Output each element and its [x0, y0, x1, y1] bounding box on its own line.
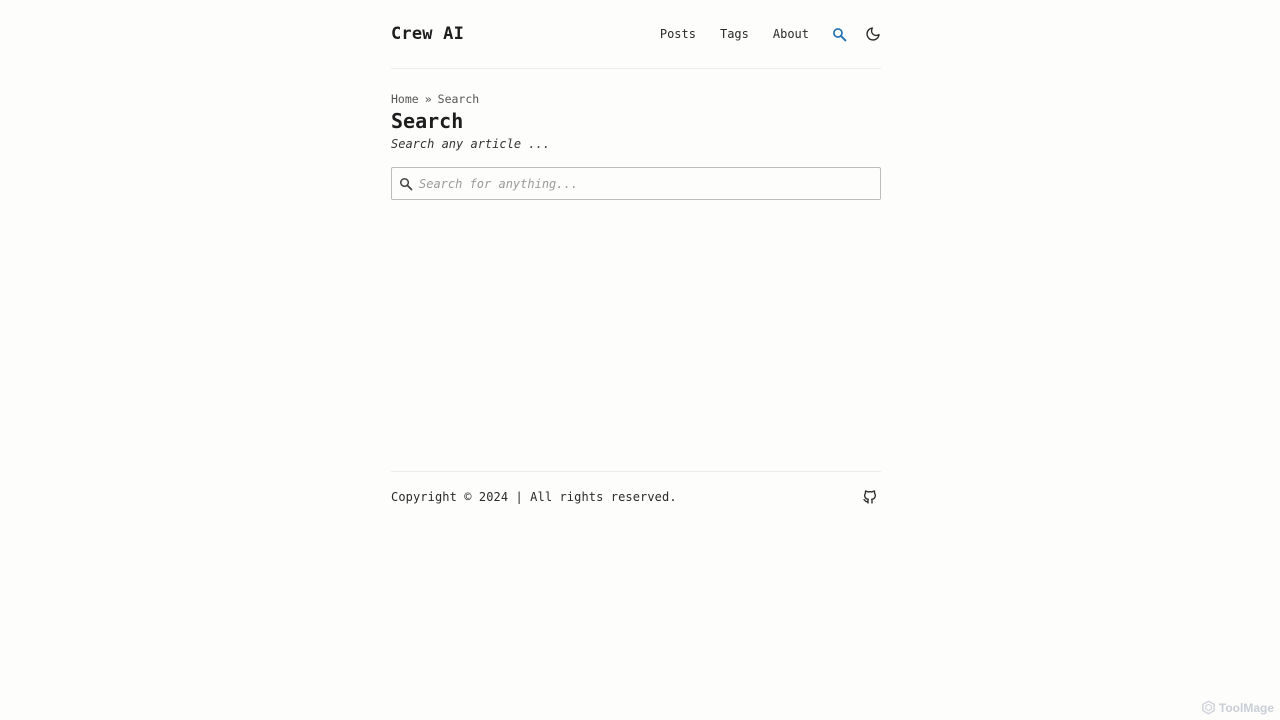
breadcrumb-home[interactable]: Home — [391, 92, 419, 106]
copyright-text: Copyright © 2024 | All rights reserved. — [391, 489, 677, 504]
github-link[interactable] — [861, 488, 879, 506]
github-icon — [863, 489, 876, 504]
watermark: ToolMage — [1201, 700, 1274, 715]
search-field-icon-wrap — [392, 177, 419, 191]
nav-posts[interactable]: Posts — [660, 27, 696, 41]
breadcrumb: Home » Search — [391, 92, 881, 106]
site-logo[interactable]: Crew AI — [391, 24, 464, 44]
breadcrumb-separator: » — [424, 92, 432, 106]
page-description: Search any article ... — [391, 137, 550, 151]
page-title: Search — [391, 109, 464, 133]
main-content: Home » Search Search Search any article ..… — [391, 92, 881, 200]
watermark-label: ToolMage — [1218, 700, 1274, 715]
content-wrapper: Crew AI Posts Tags About Home » Search S… — [391, 0, 881, 504]
search-box — [391, 167, 881, 200]
search-input[interactable] — [419, 168, 880, 199]
page: Crew AI Posts Tags About Home » Search S… — [0, 0, 1280, 720]
breadcrumb-current: Search — [437, 92, 480, 106]
watermark-logo-icon — [1201, 700, 1216, 715]
nav-tags[interactable]: Tags — [720, 27, 749, 41]
nav-about[interactable]: About — [773, 27, 809, 41]
main-nav: Posts Tags About — [660, 26, 881, 42]
theme-toggle-button[interactable] — [865, 26, 881, 42]
search-icon — [399, 177, 413, 190]
site-footer: Copyright © 2024 | All rights reserved. — [391, 471, 881, 521]
search-icon — [832, 27, 846, 41]
site-header: Crew AI Posts Tags About — [391, 0, 881, 69]
moon-icon — [866, 27, 880, 41]
nav-search-button[interactable] — [831, 26, 847, 42]
